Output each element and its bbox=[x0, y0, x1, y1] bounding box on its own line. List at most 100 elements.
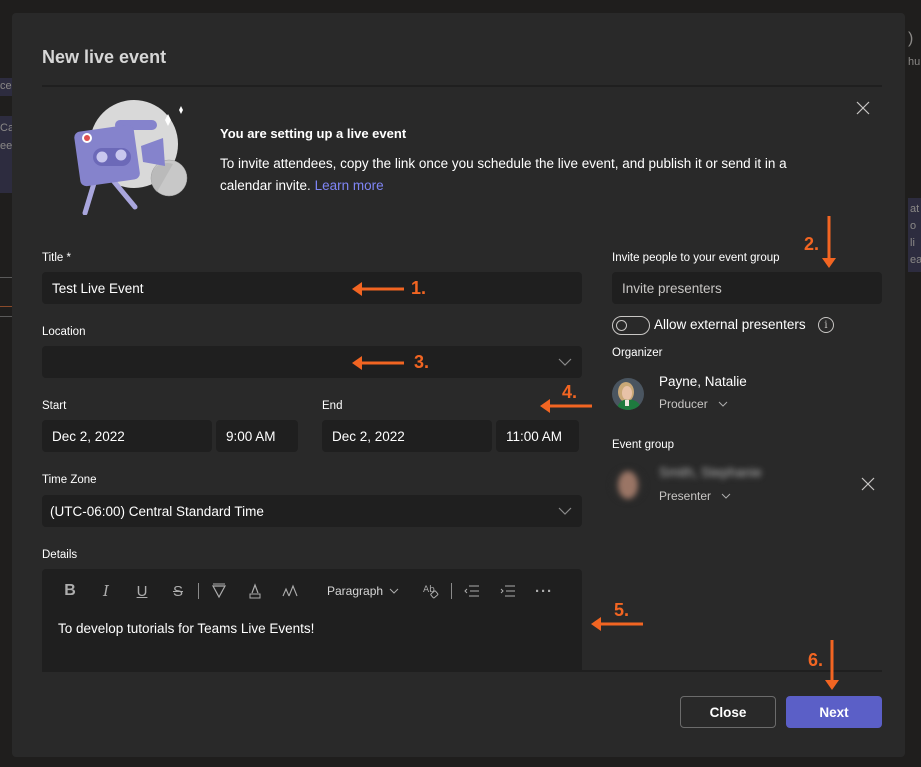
annotation-4: 4. bbox=[562, 382, 578, 402]
toolbar-separator bbox=[451, 583, 453, 599]
annotation-2: 2. bbox=[804, 234, 820, 254]
start-time-value: 9:00 AM bbox=[226, 428, 276, 444]
background-text: ce bbox=[0, 80, 12, 92]
allow-external-presenters-label: Allow external presenters bbox=[654, 317, 806, 332]
presenter-role-dropdown[interactable]: Presenter bbox=[659, 489, 731, 503]
strikethrough-button[interactable]: S bbox=[160, 579, 196, 603]
background-divider bbox=[0, 277, 12, 278]
clear-formatting-icon: Ab bbox=[423, 585, 439, 599]
increase-indent-icon bbox=[500, 585, 516, 597]
chevron-down-icon bbox=[389, 588, 399, 594]
annotation-1: 1. bbox=[411, 278, 427, 298]
background-text: at bbox=[910, 203, 920, 215]
annotation-6: 6. bbox=[808, 650, 824, 670]
end-time-picker[interactable]: 11:00 AM bbox=[496, 420, 579, 452]
annotation-arrow-left-1 bbox=[352, 282, 404, 296]
formatting-toolbar: B I U S Paragraph Ab ··· bbox=[52, 579, 562, 603]
timezone-value: (UTC-06:00) Central Standard Time bbox=[50, 503, 264, 519]
presenter-photo bbox=[612, 469, 644, 501]
paragraph-style-dropdown[interactable]: Paragraph bbox=[309, 584, 413, 598]
organizer-role: Producer bbox=[659, 397, 708, 411]
organizer-photo bbox=[612, 378, 644, 410]
learn-more-link[interactable]: Learn more bbox=[315, 178, 384, 193]
next-button[interactable]: Next bbox=[786, 696, 882, 728]
background-text: eet bbox=[0, 140, 12, 152]
italic-button[interactable]: I bbox=[88, 579, 124, 603]
banner-text: To invite attendees, copy the link once … bbox=[220, 156, 787, 193]
close-banner-icon[interactable] bbox=[853, 98, 873, 118]
title-value: Test Live Event bbox=[52, 280, 144, 296]
paragraph-style-label: Paragraph bbox=[327, 584, 384, 598]
title-divider bbox=[42, 85, 882, 87]
background-text: Ca bbox=[0, 122, 12, 134]
increase-indent-button[interactable] bbox=[490, 579, 526, 603]
background-text: ) bbox=[908, 30, 914, 47]
more-options-button[interactable]: ··· bbox=[526, 579, 562, 603]
invite-presenters-input[interactable]: Invite presenters bbox=[612, 272, 882, 304]
background-divider bbox=[0, 316, 12, 317]
invite-placeholder: Invite presenters bbox=[622, 280, 722, 296]
annotation-5: 5. bbox=[614, 600, 630, 620]
clear-formatting-button[interactable]: Ab bbox=[413, 579, 449, 603]
chevron-down-icon bbox=[558, 507, 572, 515]
remove-presenter-icon[interactable] bbox=[858, 474, 878, 494]
start-time-picker[interactable]: 9:00 AM bbox=[216, 420, 298, 452]
organizer-label: Organizer bbox=[612, 347, 663, 359]
location-dropdown[interactable] bbox=[42, 346, 582, 378]
details-text: To develop tutorials for Teams Live Even… bbox=[58, 621, 315, 636]
live-event-camera-illustration bbox=[74, 100, 188, 215]
chevron-down-icon bbox=[721, 493, 731, 499]
chevron-down-icon bbox=[718, 401, 728, 407]
annotation-arrow-down-6 bbox=[825, 640, 839, 690]
organizer-name: Payne, Natalie bbox=[659, 374, 747, 389]
end-label: End bbox=[322, 400, 343, 412]
new-live-event-dialog: New live event You are setting up a live… bbox=[12, 13, 905, 757]
event-group-label: Event group bbox=[612, 439, 675, 451]
organizer-avatar bbox=[612, 378, 644, 410]
background-text: ea bbox=[910, 254, 921, 266]
underline-button[interactable]: U bbox=[124, 579, 160, 603]
bold-button[interactable]: B bbox=[52, 579, 88, 603]
title-input[interactable]: Test Live Event bbox=[42, 272, 582, 304]
timezone-label: Time Zone bbox=[42, 474, 97, 486]
decrease-indent-button[interactable] bbox=[454, 579, 490, 603]
annotation-3: 3. bbox=[414, 352, 430, 372]
end-time-value: 11:00 AM bbox=[506, 428, 563, 444]
organizer-role-dropdown[interactable]: Producer bbox=[659, 397, 728, 411]
banner-heading: You are setting up a live event bbox=[220, 126, 407, 141]
location-label: Location bbox=[42, 326, 86, 338]
end-date-value: Dec 2, 2022 bbox=[332, 428, 405, 444]
details-label: Details bbox=[42, 549, 78, 561]
font-color-button[interactable] bbox=[237, 579, 273, 603]
presenter-avatar bbox=[612, 469, 644, 501]
decrease-indent-icon bbox=[464, 585, 480, 597]
background-text: o bbox=[910, 220, 917, 232]
presenter-role: Presenter bbox=[659, 489, 712, 503]
footer-divider bbox=[42, 670, 882, 672]
timezone-dropdown[interactable]: (UTC-06:00) Central Standard Time bbox=[42, 495, 582, 527]
font-size-icon bbox=[282, 584, 298, 597]
svg-text:Ab: Ab bbox=[423, 585, 435, 595]
close-button[interactable]: Close bbox=[680, 696, 776, 728]
start-label: Start bbox=[42, 400, 67, 412]
font-size-button[interactable] bbox=[273, 579, 309, 603]
invite-label: Invite people to your event group bbox=[612, 252, 780, 264]
end-date-picker[interactable]: Dec 2, 2022 bbox=[322, 420, 492, 452]
annotation-arrow-left-3 bbox=[352, 356, 404, 370]
presenter-name: Smith, Stephanie bbox=[659, 465, 762, 480]
chevron-down-icon bbox=[558, 358, 572, 366]
highlighter-icon bbox=[211, 583, 227, 599]
details-editor[interactable]: B I U S Paragraph Ab ··· To develop tuto… bbox=[42, 569, 582, 670]
allow-external-presenters-toggle[interactable] bbox=[612, 316, 650, 335]
start-date-picker[interactable]: Dec 2, 2022 bbox=[42, 420, 212, 452]
title-label: Title * bbox=[42, 252, 71, 264]
annotation-arrow-down-2 bbox=[822, 216, 836, 268]
highlight-button[interactable] bbox=[201, 579, 237, 603]
info-icon[interactable]: i bbox=[818, 317, 834, 333]
toggle-knob bbox=[616, 320, 627, 331]
banner-description: To invite attendees, copy the link once … bbox=[220, 153, 820, 197]
background-divider bbox=[0, 306, 12, 307]
dialog-title: New live event bbox=[42, 47, 167, 67]
start-date-value: Dec 2, 2022 bbox=[52, 428, 125, 444]
background-text: hu bbox=[908, 56, 921, 68]
